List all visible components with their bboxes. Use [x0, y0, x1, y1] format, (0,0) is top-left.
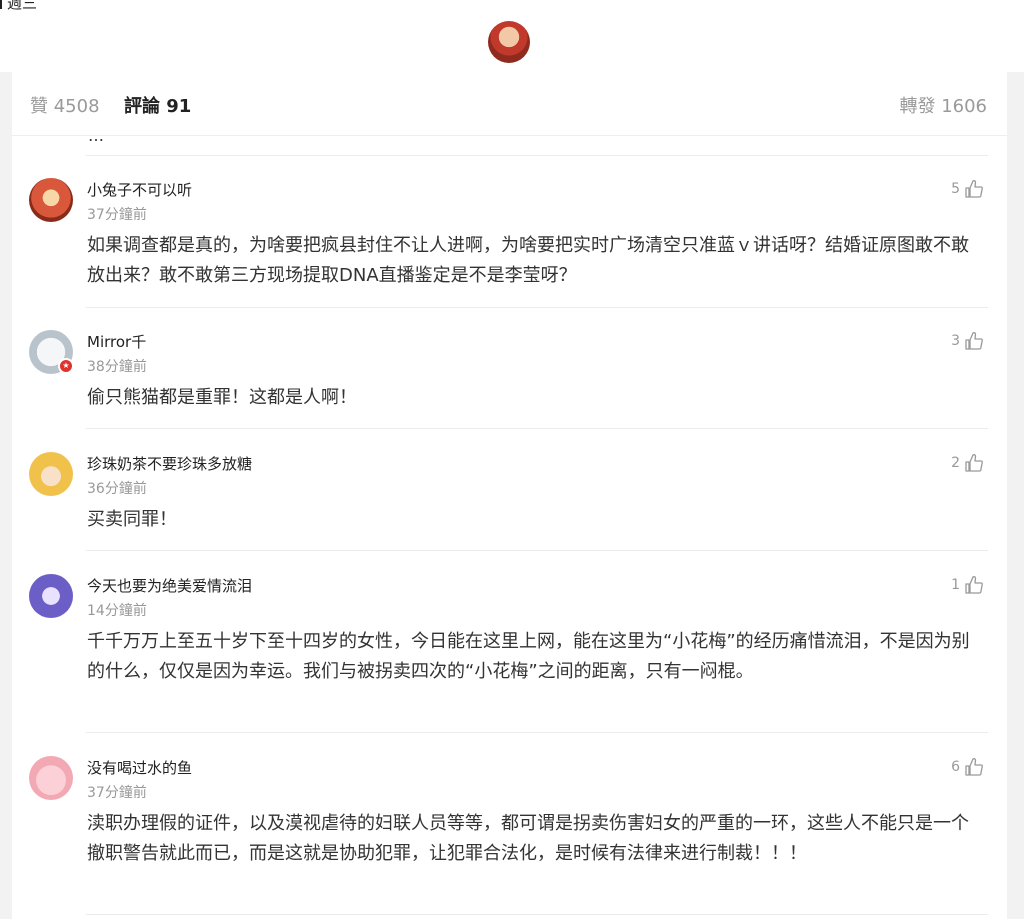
divider: [86, 307, 988, 308]
like-count: 2: [951, 455, 960, 471]
previous-comment-clipped: …: [88, 136, 988, 156]
peek-text: …: [88, 136, 104, 145]
comment-author[interactable]: 今天也要为绝美爱情流泪: [87, 575, 252, 596]
avatar[interactable]: [29, 178, 73, 222]
like-count: 6: [951, 759, 960, 775]
tab-reposts[interactable]: 轉發 1606: [899, 92, 987, 118]
tab-likes[interactable]: 贊 4508: [30, 92, 100, 118]
comment-body: 千千万万上至五十岁下至十四岁的女性，今日能在这里上网，能在这里为“小花梅”的经历…: [87, 631, 970, 682]
like-button[interactable]: 5: [951, 178, 984, 200]
comment-body: 买卖同罪！: [87, 509, 177, 530]
thumbs-up-icon: [965, 454, 983, 472]
like-button[interactable]: 6: [951, 756, 984, 778]
comment-author[interactable]: Mirror千: [87, 331, 146, 352]
comment-time: 38分鐘前: [87, 359, 147, 375]
divider: [86, 914, 988, 915]
comment-author[interactable]: 小兔子不可以听: [87, 179, 192, 200]
day-label: 週三: [0, 0, 37, 13]
divider: [86, 550, 988, 551]
like-count: 3: [951, 333, 960, 349]
thumbs-up-icon: [965, 180, 983, 198]
day-text: 週三: [7, 0, 38, 12]
comment-body: 渎职办理假的证件，以及漠视虐待的妇联人员等等，都可谓是拐卖伤害妇女的严重的一环，…: [87, 813, 969, 864]
comments-card: 贊 4508 評論 91 轉發 1606 … 小兔子不可以听 37分鐘前 5 如…: [12, 72, 1007, 919]
verified-badge-icon: ★: [58, 358, 74, 374]
comment-author[interactable]: 珍珠奶茶不要珍珠多放糖: [87, 453, 252, 474]
thumbs-up-icon: [965, 758, 983, 776]
comment-author[interactable]: 没有喝过水的鱼: [87, 757, 192, 778]
avatar[interactable]: [29, 452, 73, 496]
like-count: 5: [951, 181, 960, 197]
comment-time: 37分鐘前: [87, 207, 147, 223]
divider: [86, 428, 988, 429]
profile-avatar[interactable]: [488, 21, 530, 63]
comment-body: 如果调查都是真的，为啥要把疯县封住不让人进啊，为啥要把实时广场清空只准蓝ｖ讲话呀…: [87, 235, 969, 286]
like-count: 1: [951, 577, 960, 593]
tab-bar: 贊 4508 評論 91 轉發 1606: [12, 72, 1007, 136]
comment-time: 14分鐘前: [87, 603, 147, 619]
like-button[interactable]: 3: [951, 330, 984, 352]
top-bar: 週三: [0, 0, 1024, 72]
avatar[interactable]: [29, 756, 73, 800]
like-button[interactable]: 2: [951, 452, 984, 474]
avatar[interactable]: [29, 574, 73, 618]
comment-time: 36分鐘前: [87, 481, 147, 497]
divider: [86, 155, 988, 156]
comment-time: 37分鐘前: [87, 785, 147, 801]
thumbs-up-icon: [965, 576, 983, 594]
thumbs-up-icon: [965, 332, 983, 350]
tab-comments[interactable]: 評論 91: [124, 92, 191, 118]
divider: [86, 732, 988, 733]
like-button[interactable]: 1: [951, 574, 984, 596]
comment-body: 偷只熊猫都是重罪！这都是人啊！: [87, 387, 357, 408]
